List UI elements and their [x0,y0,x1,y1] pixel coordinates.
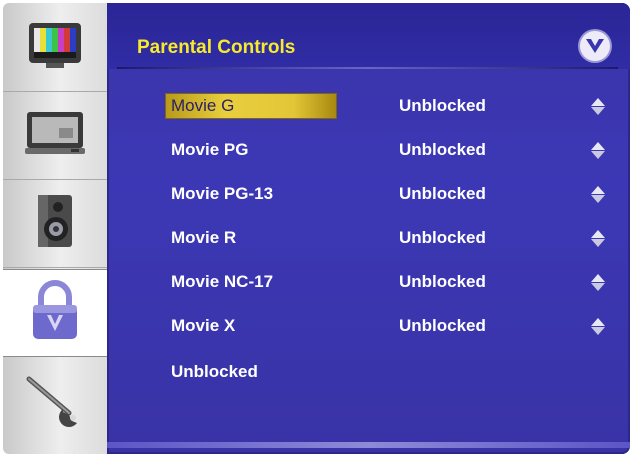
rating-value[interactable]: Unblocked [399,181,486,207]
sidebar-item-parental[interactable] [3,269,107,357]
sidebar-item-audio[interactable] [3,179,107,268]
rating-label[interactable]: Movie PG [165,137,258,163]
rating-value[interactable]: Unblocked [399,93,486,119]
up-down-arrows-icon[interactable] [591,318,605,336]
list-item: Movie NC-17 Unblocked [107,265,630,299]
rating-value[interactable]: Unblocked [399,137,486,163]
rating-value[interactable]: Unblocked [399,225,486,251]
rating-value[interactable]: Unblocked [399,269,486,295]
sidebar-item-picture[interactable] [3,3,107,92]
title-bar: Parental Controls [107,3,630,69]
parental-controls-panel: Parental Controls Movie G Unblocked Movi… [107,3,630,454]
list-item: Movie G Unblocked [107,89,630,123]
rating-value[interactable]: Unblocked [399,313,486,339]
padlock-icon [25,279,85,348]
list-item: Movie X Unblocked [107,309,630,343]
list-item: Movie R Unblocked [107,221,630,255]
list-item: Unblocked [107,355,630,389]
sidebar [3,3,107,454]
up-down-arrows-icon[interactable] [591,274,605,292]
rating-label[interactable]: Movie G [165,93,337,119]
vizio-logo-icon [580,31,610,61]
list-item: Movie PG Unblocked [107,133,630,167]
osd-screen: Parental Controls Movie G Unblocked Movi… [0,0,633,457]
rating-label[interactable]: Movie NC-17 [165,269,283,295]
rating-label[interactable]: Movie PG-13 [165,181,283,207]
monitor-input-icon [23,108,87,163]
wrench-icon [23,371,87,436]
rating-label[interactable]: Movie R [165,225,246,251]
rating-label[interactable]: Movie X [165,313,245,339]
list-item: Movie PG-13 Unblocked [107,177,630,211]
up-down-arrows-icon[interactable] [591,98,605,116]
up-down-arrows-icon[interactable] [591,186,605,204]
unblocked-summary-label[interactable]: Unblocked [165,359,268,385]
speaker-icon [32,193,78,254]
up-down-arrows-icon[interactable] [591,142,605,160]
up-down-arrows-icon[interactable] [591,230,605,248]
color-bars-tv-icon [26,20,84,75]
sidebar-item-input[interactable] [3,91,107,180]
sidebar-item-setup[interactable] [3,359,107,447]
page-title: Parental Controls [137,37,296,58]
